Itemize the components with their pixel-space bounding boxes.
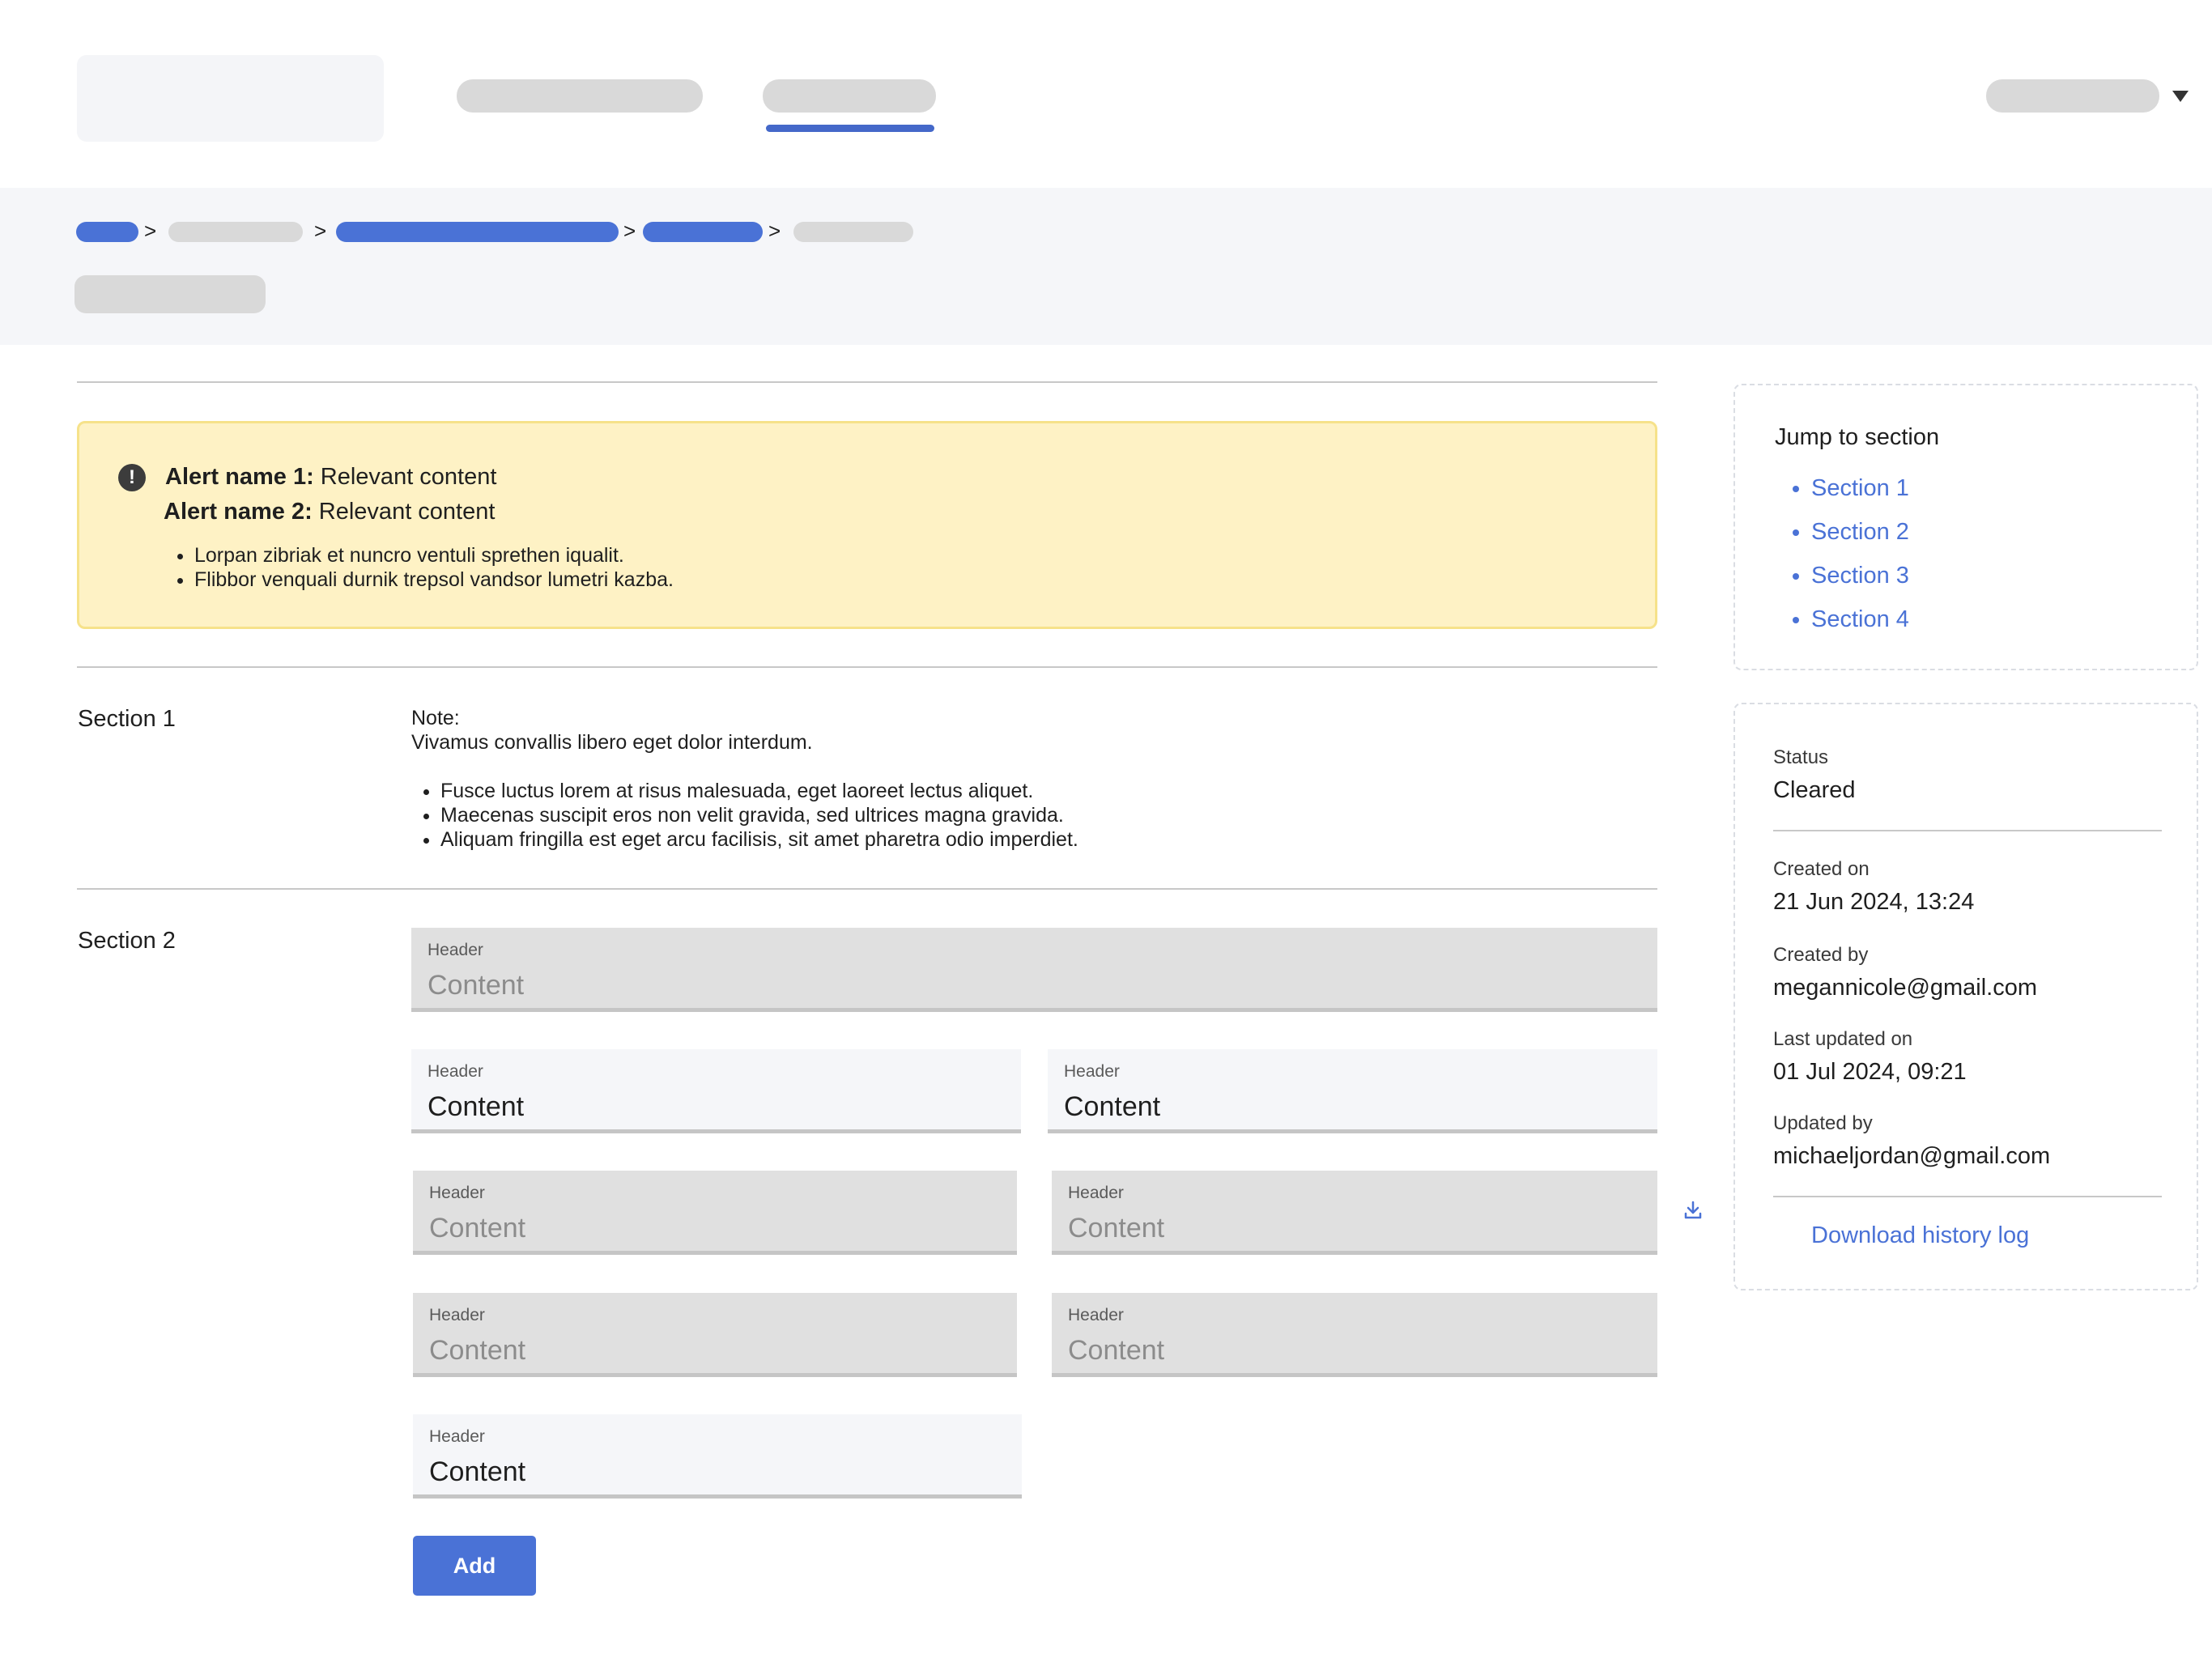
status-value: Cleared — [1773, 777, 1856, 803]
status-label: Status — [1773, 746, 1829, 768]
field-content[interactable]: Content — [1064, 1091, 1160, 1123]
form-field-disabled: Header Content — [413, 1293, 1017, 1377]
alert-content-2: Relevant content — [312, 499, 496, 525]
field-content[interactable]: Content — [428, 1091, 524, 1123]
field-content[interactable]: Content — [429, 1456, 525, 1488]
alert-line-1: Alert name 1: Relevant content — [165, 464, 496, 491]
form-field-disabled: Header Content — [1052, 1293, 1657, 1377]
alert-name-1: Alert name 1: — [165, 464, 314, 490]
breadcrumb-separator: > — [623, 219, 636, 243]
jump-link-section-2[interactable]: Section 2 — [1811, 519, 1909, 545]
breadcrumb-link-3[interactable] — [336, 222, 619, 242]
list-item: Maecenas suscipit eros non velit gravida… — [440, 803, 1078, 827]
form-field-disabled: Header Content — [413, 1171, 1017, 1255]
jump-item: Section 3 — [1811, 554, 1909, 597]
form-field-disabled: Header Content — [1052, 1171, 1657, 1255]
alert-bullet-list: Lorpan zibriak et nuncro ventuli sprethe… — [194, 543, 674, 592]
field-header: Header — [429, 1427, 485, 1446]
jump-link-section-3[interactable]: Section 3 — [1811, 563, 1909, 589]
note-text: Vivamus convallis libero eget dolor inte… — [411, 731, 813, 754]
nav-item-2-active[interactable] — [763, 79, 936, 113]
breadcrumb-current — [793, 222, 913, 242]
section-1-label: Section 1 — [78, 706, 176, 732]
alert-banner: ! Alert name 1: Relevant content Alert n… — [77, 421, 1657, 629]
field-content: Content — [428, 970, 525, 1001]
alert-content-1: Relevant content — [313, 464, 497, 490]
divider — [1773, 1196, 2162, 1197]
created-on-value: 21 Jun 2024, 13:24 — [1773, 889, 1975, 915]
alert-name-2: Alert name 2: — [164, 499, 313, 525]
section-2-label: Section 2 — [78, 928, 176, 954]
field-header: Header — [1068, 1184, 1124, 1202]
jump-item: Section 2 — [1811, 510, 1909, 554]
page-title-placeholder — [74, 275, 266, 313]
jump-link-list: Section 1 Section 2 Section 3 Section 4 — [1811, 466, 1909, 641]
divider — [77, 888, 1657, 890]
field-header: Header — [429, 1306, 485, 1324]
note-title: Note: — [411, 707, 460, 729]
alert-line-2: Alert name 2: Relevant content — [164, 499, 495, 525]
user-menu[interactable] — [1986, 79, 2159, 113]
updated-by-label: Updated by — [1773, 1112, 1873, 1134]
breadcrumb-link-1[interactable] — [76, 222, 138, 242]
jump-item: Section 1 — [1811, 466, 1909, 510]
list-item: Flibbor venquali durnik trepsol vandsor … — [194, 568, 674, 592]
alert-exclamation-icon: ! — [118, 464, 146, 491]
list-item: Lorpan zibriak et nuncro ventuli sprethe… — [194, 543, 674, 568]
divider — [1773, 830, 2162, 831]
jump-link-section-1[interactable]: Section 1 — [1811, 475, 1909, 501]
created-by-value: megannicole@gmail.com — [1773, 975, 2038, 1001]
field-content: Content — [429, 1213, 526, 1244]
download-icon[interactable] — [1682, 1200, 1704, 1221]
form-field[interactable]: Header Content — [411, 1049, 1021, 1133]
divider — [77, 666, 1657, 668]
form-field-disabled: Header Content — [411, 928, 1657, 1012]
form-field[interactable]: Header Content — [1048, 1049, 1657, 1133]
add-button[interactable]: Add — [413, 1536, 536, 1596]
caret-down-icon[interactable] — [2172, 91, 2189, 102]
updated-on-label: Last updated on — [1773, 1028, 1913, 1050]
jump-item: Section 4 — [1811, 597, 1909, 641]
breadcrumb-separator: > — [768, 219, 781, 243]
field-header: Header — [428, 941, 483, 959]
breadcrumb-separator: > — [144, 219, 157, 243]
page-header-band — [0, 188, 2212, 345]
logo-placeholder[interactable] — [77, 55, 384, 142]
field-header: Header — [1068, 1306, 1124, 1324]
download-history-log-link[interactable]: Download history log — [1811, 1222, 2029, 1249]
form-field[interactable]: Header Content — [413, 1414, 1022, 1499]
field-content: Content — [1068, 1335, 1165, 1366]
record-details-card: Status Cleared Created on 21 Jun 2024, 1… — [1733, 703, 2198, 1290]
created-by-label: Created by — [1773, 944, 1869, 966]
section-1-note: Note: Vivamus convallis libero eget dolo… — [411, 706, 813, 755]
jump-to-section-card: Jump to section Section 1 Section 2 Sect… — [1733, 384, 2198, 670]
top-navigation — [0, 0, 2212, 188]
field-content: Content — [429, 1335, 526, 1366]
field-header: Header — [428, 1062, 483, 1081]
updated-on-value: 01 Jul 2024, 09:21 — [1773, 1059, 1967, 1085]
field-content: Content — [1068, 1213, 1165, 1244]
list-item: Aliquam fringilla est eget arcu facilisi… — [440, 827, 1078, 852]
nav-item-1[interactable] — [457, 79, 703, 113]
jump-link-section-4[interactable]: Section 4 — [1811, 606, 1909, 632]
field-header: Header — [1064, 1062, 1120, 1081]
active-nav-indicator — [766, 125, 934, 132]
breadcrumb-separator: > — [314, 219, 327, 243]
updated-by-value: michaeljordan@gmail.com — [1773, 1143, 2051, 1169]
breadcrumb-link-4[interactable] — [643, 222, 763, 242]
divider — [77, 381, 1657, 383]
list-item: Fusce luctus lorem at risus malesuada, e… — [440, 779, 1078, 803]
section-1-bullet-list: Fusce luctus lorem at risus malesuada, e… — [440, 779, 1078, 852]
field-header: Header — [429, 1184, 485, 1202]
created-on-label: Created on — [1773, 858, 1870, 880]
jump-title: Jump to section — [1775, 424, 1940, 450]
breadcrumb-item-2 — [168, 222, 303, 242]
